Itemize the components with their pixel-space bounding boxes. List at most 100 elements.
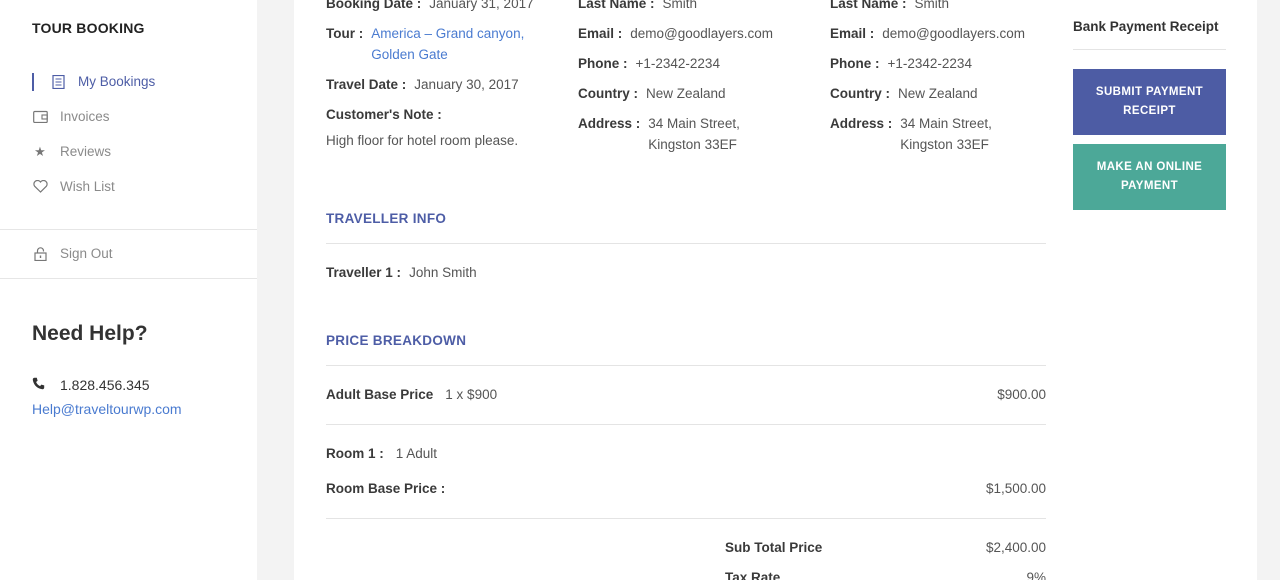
country-label: Country :: [830, 86, 890, 101]
price-breakdown-title: PRICE BREAKDOWN: [326, 333, 467, 348]
travel-date-row: Travel Date : January 30, 2017: [326, 74, 556, 95]
email-value: demo@goodlayers.com: [630, 26, 774, 41]
room-row: Room 1 : 1 Adult: [326, 446, 437, 461]
email-row: Email : demo@goodlayers.com: [830, 23, 1060, 44]
payment-divider: [1073, 49, 1226, 50]
phone-value: +1-2342-2234: [887, 56, 972, 71]
online-payment-button[interactable]: MAKE AN ONLINE PAYMENT: [1073, 144, 1226, 210]
phone-label: Phone :: [578, 56, 628, 71]
country-row: Country : New Zealand: [578, 83, 808, 104]
country-value: New Zealand: [646, 86, 726, 101]
subtotal-amount: $2,400.00: [985, 540, 1046, 555]
address-line1: 34 Main Street,: [900, 116, 992, 131]
price-divider: [326, 424, 1046, 425]
sidebar-item-my-bookings[interactable]: My Bookings: [0, 64, 257, 99]
last-name-label: Last Name :: [578, 0, 655, 11]
room-base-price-label: Room Base Price :: [326, 481, 446, 496]
help-title: Need Help?: [32, 322, 148, 345]
customer-note-value: High floor for hotel room please.: [326, 133, 519, 148]
room-label: Room 1 :: [326, 446, 384, 461]
address-line1: 34 Main Street,: [648, 116, 740, 131]
submit-payment-receipt-button[interactable]: SUBMIT PAYMENT RECEIPT: [1073, 69, 1226, 135]
address-value: 34 Main Street, Kingston 33EF: [900, 113, 992, 155]
address-row: Address : 34 Main Street, Kingston 33EF: [830, 113, 1060, 155]
booking-summary: Booking Date : January 31, 2017 Tour : A…: [326, 0, 556, 151]
sidebar-divider: [0, 278, 257, 279]
subtotal-label: Sub Total Price: [725, 540, 823, 555]
country-row: Country : New Zealand: [830, 83, 1060, 104]
bank-payment-receipt-title: Bank Payment Receipt: [1073, 19, 1219, 34]
address-label: Address :: [578, 116, 641, 131]
lock-icon: [32, 246, 48, 262]
email-row: Email : demo@goodlayers.com: [578, 23, 808, 44]
booking-date-row: Booking Date : January 31, 2017: [326, 0, 556, 14]
travel-date-label: Travel Date :: [326, 77, 407, 92]
booking-detail-card: Booking Date : January 31, 2017 Tour : A…: [294, 0, 1257, 580]
help-phone-number: 1.828.456.345: [60, 377, 150, 393]
sign-out-label: Sign Out: [60, 246, 113, 261]
traveller-info-title: TRAVELLER INFO: [326, 211, 447, 226]
customer-note-label: Customer's Note :: [326, 107, 442, 122]
email-value: demo@goodlayers.com: [882, 26, 1026, 41]
tour-link-line2: Golden Gate: [371, 47, 448, 62]
phone-row: Phone : +1-2342-2234: [578, 53, 808, 74]
sign-out-button[interactable]: Sign Out: [0, 236, 257, 271]
travel-date-value: January 30, 2017: [414, 77, 519, 92]
price-divider: [326, 518, 1046, 519]
document-icon: [50, 74, 66, 90]
sidebar-item-invoices[interactable]: Invoices: [0, 99, 257, 134]
sidebar-item-label: My Bookings: [78, 74, 156, 89]
country-value: New Zealand: [898, 86, 978, 101]
room-base-price-amount: $1,500.00: [985, 481, 1046, 496]
tour-link-line1: America – Grand canyon,: [371, 26, 525, 41]
tour-row: Tour : America – Grand canyon, Golden Ga…: [326, 23, 556, 65]
sidebar-item-reviews[interactable]: ★ Reviews: [0, 134, 257, 169]
help-email-link[interactable]: Help@traveltourwp.com: [32, 401, 182, 417]
adult-price-detail: 1 x $900: [445, 387, 498, 402]
sidebar: TOUR BOOKING My Bookings Invoices ★ Revi…: [0, 0, 257, 580]
section-divider: [326, 243, 1046, 244]
contact-detail-2: Last Name : Smith Email : demo@goodlayer…: [830, 0, 1060, 164]
sidebar-item-label: Wish List: [60, 179, 115, 194]
email-label: Email :: [578, 26, 623, 41]
star-icon: ★: [34, 143, 46, 159]
active-indicator: [32, 73, 34, 91]
tax-amount: 9%: [1026, 570, 1046, 580]
address-line2: Kingston 33EF: [648, 137, 737, 152]
adult-price-label: Adult Base Price: [326, 387, 434, 402]
last-name-row: Last Name : Smith: [830, 0, 1060, 14]
room-detail: 1 Adult: [395, 446, 438, 461]
tour-link[interactable]: America – Grand canyon, Golden Gate: [371, 23, 524, 65]
adult-price-amount: $900.00: [997, 387, 1046, 402]
tour-label: Tour :: [326, 26, 364, 41]
subtotal-row: Sub Total Price: [725, 540, 830, 555]
traveller-row: Traveller 1 : John Smith: [326, 265, 477, 280]
last-name-value: Smith: [914, 0, 950, 11]
help-phone: 1.828.456.345: [32, 377, 150, 393]
booking-date-value: January 31, 2017: [429, 0, 534, 11]
sidebar-item-label: Reviews: [60, 144, 112, 159]
last-name-label: Last Name :: [830, 0, 907, 11]
booking-date-label: Booking Date :: [326, 0, 422, 11]
last-name-value: Smith: [662, 0, 698, 11]
sidebar-item-wish-list[interactable]: Wish List: [0, 169, 257, 204]
traveller-label: Traveller 1 :: [326, 265, 402, 280]
phone-label: Phone :: [830, 56, 880, 71]
traveller-name: John Smith: [409, 265, 477, 280]
sidebar-signout-wrap: Sign Out: [0, 236, 257, 271]
last-name-row: Last Name : Smith: [578, 0, 808, 14]
note-row: Customer's Note :: [326, 104, 556, 125]
contact-detail-1: Last Name : Smith Email : demo@goodlayer…: [578, 0, 808, 164]
adult-price-row: Adult Base Price 1 x $900: [326, 387, 497, 402]
address-label: Address :: [830, 116, 893, 131]
section-divider: [326, 365, 1046, 366]
sidebar-item-label: Invoices: [60, 109, 110, 124]
sidebar-divider: [0, 229, 257, 230]
phone-icon: [32, 377, 46, 393]
sidebar-nav: My Bookings Invoices ★ Reviews Wish List: [0, 64, 257, 204]
address-line2: Kingston 33EF: [900, 137, 989, 152]
tax-row: Tax Rate: [725, 570, 788, 580]
address-value: 34 Main Street, Kingston 33EF: [648, 113, 740, 155]
phone-value: +1-2342-2234: [635, 56, 720, 71]
room-base-price-row: Room Base Price :: [326, 481, 453, 496]
